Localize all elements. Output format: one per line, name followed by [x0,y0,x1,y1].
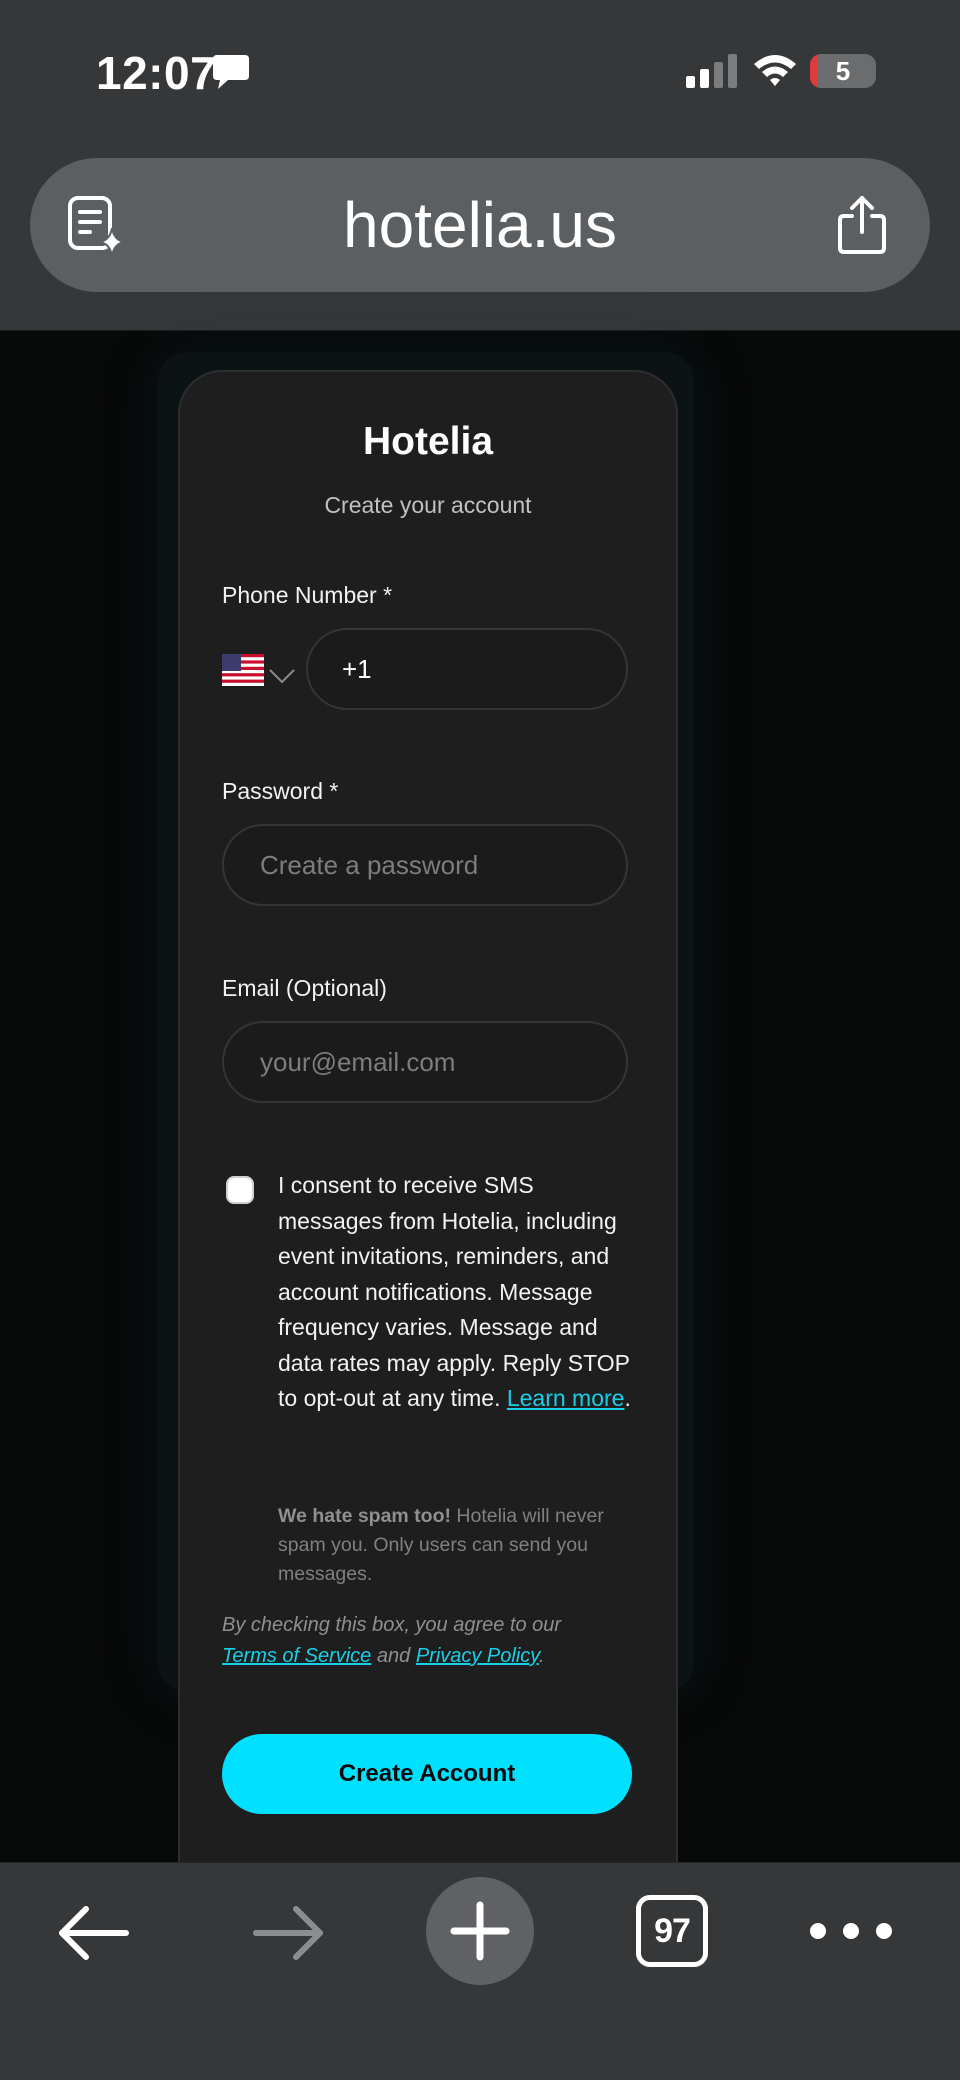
battery-icon: 5 [810,54,876,88]
more-icon[interactable] [806,1919,896,1943]
chevron-down-icon[interactable] [268,668,296,684]
browser-toolbar: hotelia.us [0,140,960,331]
share-icon[interactable] [836,194,888,256]
consent-body: I consent to receive SMS messages from H… [278,1172,630,1411]
battery-level: 5 [835,56,851,86]
page-subtitle: Create your account [324,492,532,518]
agree-and: and [376,1645,411,1667]
spam-notice-bold: We hate spam too! [278,1505,451,1527]
back-arrow-icon[interactable] [56,1905,132,1961]
learn-more-link[interactable]: Learn more [507,1385,625,1411]
phone-input[interactable] [306,628,628,710]
privacy-link[interactable]: Privacy Policy [416,1645,539,1667]
tabs-button[interactable]: 97 [636,1895,708,1967]
status-bar: 12:07 5 [0,0,960,140]
url-text: hotelia.us [343,189,617,261]
email-label: Email (Optional) [222,975,387,1001]
password-label: Password * [222,778,339,804]
terms-link[interactable]: Terms of Service [222,1645,371,1667]
email-input[interactable] [222,1021,628,1103]
create-account-button[interactable]: Create Account [222,1734,632,1814]
sms-consent-checkbox[interactable] [226,1176,254,1204]
wifi-icon [754,55,796,86]
browser-bottom-bar: 97 [0,1862,960,2080]
us-flag-icon[interactable] [222,654,264,686]
new-tab-button[interactable] [426,1877,534,1985]
tab-count: 97 [654,1912,691,1950]
signal-icon [686,54,737,88]
signup-card: Hotelia Create your account Phone Number… [178,370,678,1894]
brand-title: Hotelia [362,420,494,463]
address-bar[interactable]: hotelia.us [30,158,930,292]
agree-suffix: . [538,1645,545,1667]
phone-label: Phone Number * [222,582,393,608]
agree-prefix: By checking this box, you agree to our [222,1614,562,1636]
learn-more-period: . [624,1385,631,1411]
forward-arrow-icon[interactable] [250,1905,326,1961]
terms-agreement: By checking this box, you agree to our T… [222,1610,642,1672]
password-input[interactable] [222,824,628,906]
consent-text: I consent to receive SMS messages from H… [278,1168,638,1417]
message-icon [213,55,249,89]
spam-notice: We hate spam too! Hotelia will never spa… [278,1502,648,1589]
status-time: 12:07 [96,47,217,99]
plus-icon [450,1901,510,1961]
